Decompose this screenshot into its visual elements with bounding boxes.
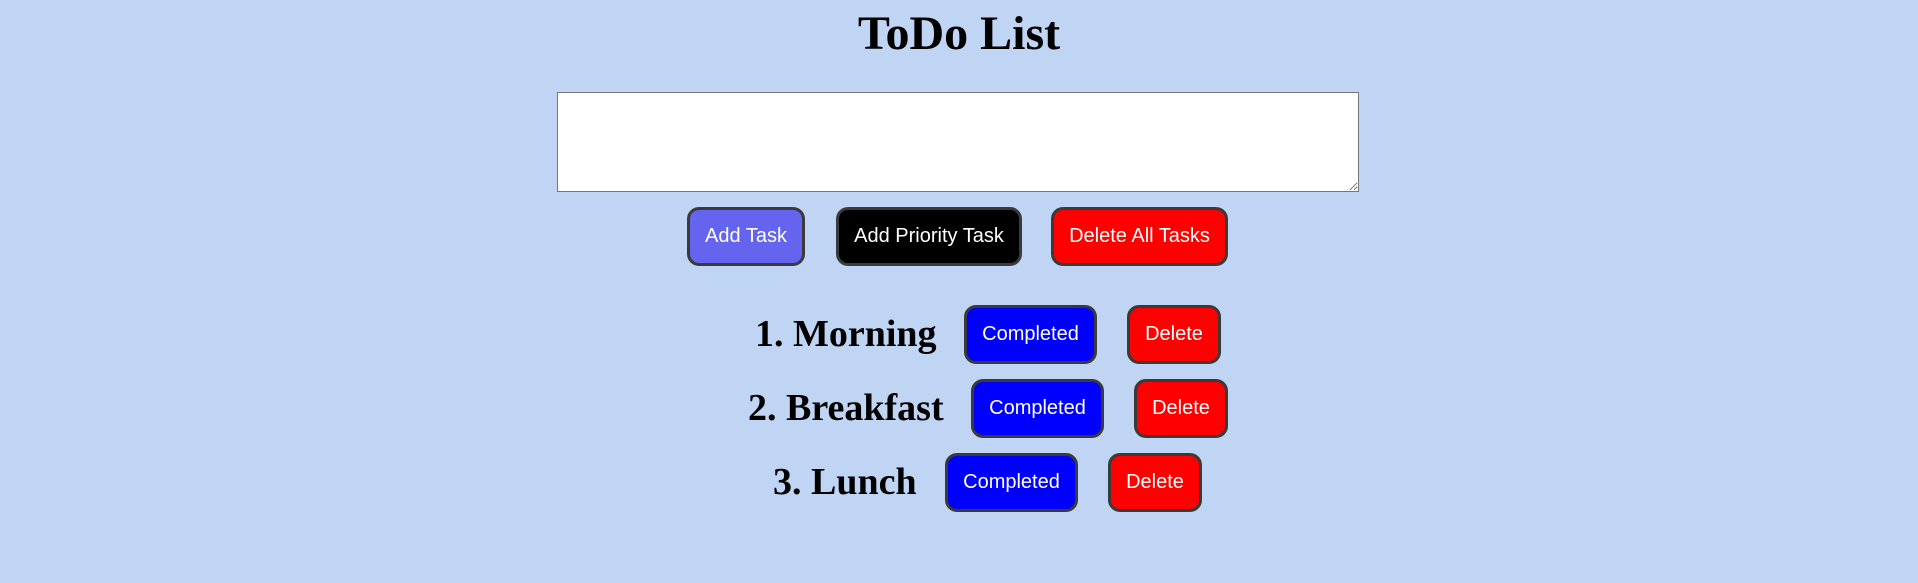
task-label: 3. Lunch [773, 461, 917, 503]
delete-all-tasks-button[interactable]: Delete All Tasks [1051, 207, 1228, 266]
task-item: 1. Morning Completed Delete [0, 305, 1918, 364]
delete-task-button[interactable]: Delete [1134, 379, 1228, 438]
task-item: 3. Lunch Completed Delete [0, 453, 1918, 512]
page-title: ToDo List [857, 7, 1061, 60]
delete-task-button[interactable]: Delete [1127, 305, 1221, 364]
add-priority-task-button[interactable]: Add Priority Task [836, 207, 1022, 266]
add-task-button[interactable]: Add Task [687, 207, 805, 266]
todo-app: ToDo List Add Task Add Priority Task Del… [0, 0, 1918, 583]
delete-task-button[interactable]: Delete [1108, 453, 1202, 512]
completed-button[interactable]: Completed [971, 379, 1104, 438]
task-item: 2. Breakfast Completed Delete [0, 379, 1918, 438]
task-label: 1. Morning [755, 313, 937, 355]
task-controls: Add Task Add Priority Task Delete All Ta… [0, 207, 1918, 266]
completed-button[interactable]: Completed [945, 453, 1078, 512]
completed-button[interactable]: Completed [964, 305, 1097, 364]
task-label: 2. Breakfast [748, 387, 944, 429]
task-input[interactable] [557, 92, 1359, 192]
